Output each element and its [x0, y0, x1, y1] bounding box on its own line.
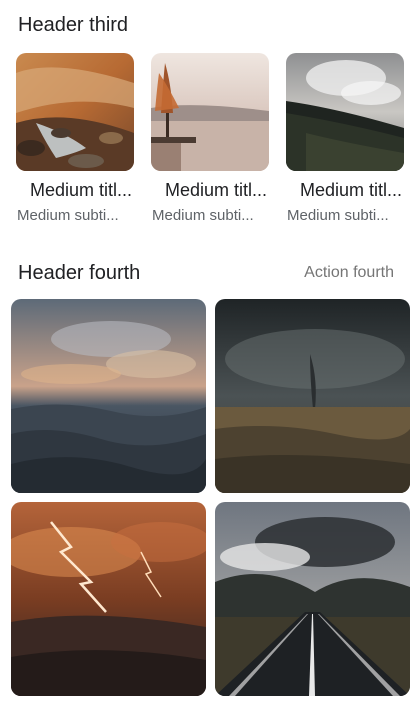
grid-tile[interactable]: [215, 299, 410, 493]
grid-tile[interactable]: [11, 299, 206, 493]
card-title: Medium titl...: [164, 180, 268, 200]
carousel-third: Medium titl... Medium subti... Medium ti…: [16, 53, 420, 243]
card-subtitle: Medium subti...: [287, 207, 389, 224]
media-card[interactable]: Medium titl... Medium subti...: [151, 53, 269, 224]
media-card[interactable]: Medium titl... Medium subti...: [286, 53, 404, 224]
card-image-hillside: [286, 53, 404, 171]
grid-tile[interactable]: [215, 502, 410, 696]
action-fourth-link[interactable]: Action fourth: [304, 264, 394, 282]
card-title: Medium titl...: [299, 180, 403, 200]
section-header-third: Header third: [18, 14, 129, 36]
card-title: Medium titl...: [29, 180, 133, 200]
card-subtitle: Medium subti...: [17, 207, 119, 224]
media-card[interactable]: Medium titl... Medium subti...: [16, 53, 134, 224]
grid-tile[interactable]: [11, 502, 206, 696]
card-image-lake-tree: [151, 53, 269, 171]
tile-image-ocean-sunset: [11, 299, 206, 493]
tile-image-lightning: [11, 502, 206, 696]
tile-image-tornado: [215, 299, 410, 493]
card-subtitle: Medium subti...: [152, 207, 254, 224]
card-image-rocky-stream: [16, 53, 134, 171]
section-header-fourth: Header fourth: [18, 262, 141, 284]
tile-image-mountain-road: [215, 502, 410, 696]
